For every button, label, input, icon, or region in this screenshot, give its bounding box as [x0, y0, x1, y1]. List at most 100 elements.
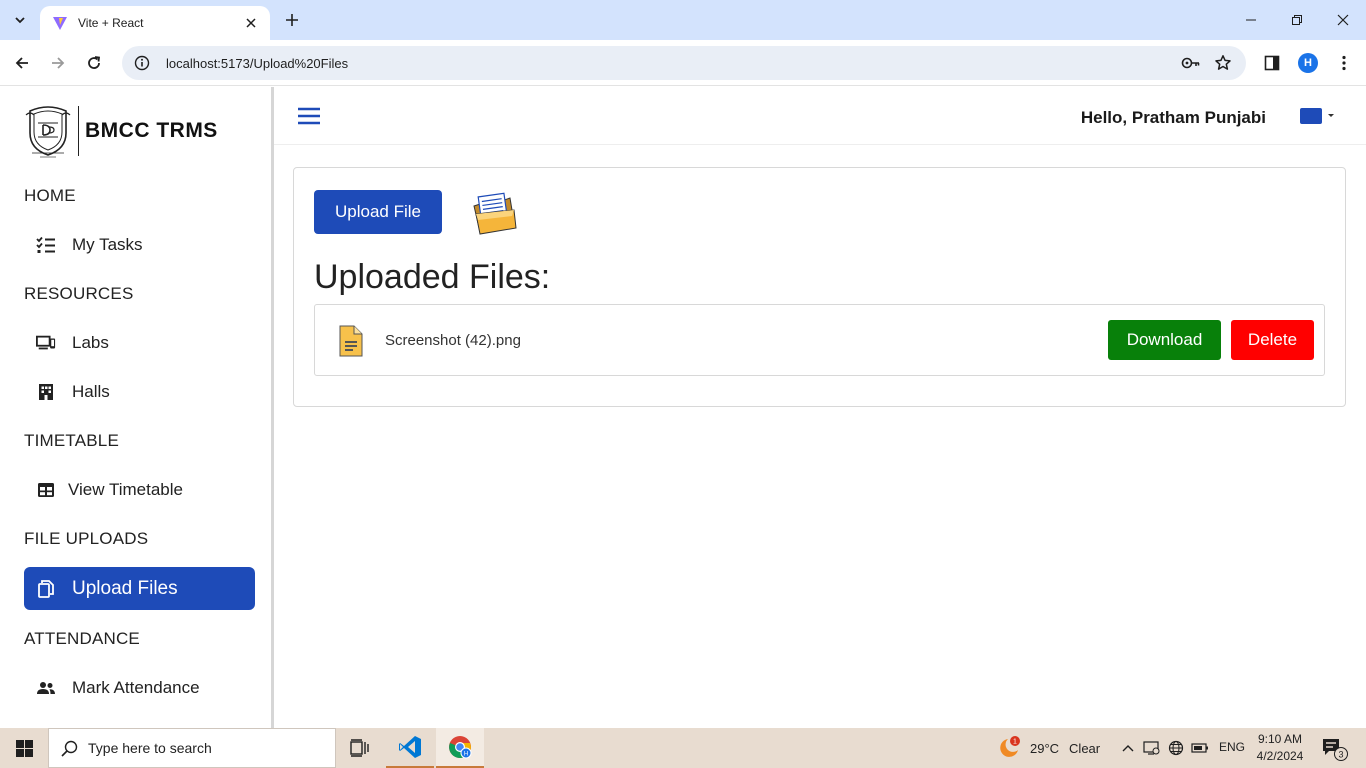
chrome-icon: H [449, 736, 472, 759]
task-view-button[interactable] [336, 728, 384, 768]
windows-logo-icon [15, 739, 33, 757]
task-list-icon [36, 235, 56, 255]
arrow-right-icon [52, 57, 65, 69]
image-file-icon [339, 325, 363, 357]
sidebar-item-halls[interactable]: Halls [24, 370, 255, 413]
site-info-icon[interactable] [134, 55, 150, 71]
reload-button[interactable] [82, 51, 106, 75]
college-crest-logo [25, 106, 71, 158]
show-hidden-icons-button[interactable] [1118, 738, 1138, 758]
sidebar-item-labs[interactable]: Labs [24, 321, 255, 364]
tab-title: Vite + React [78, 16, 144, 30]
globe-icon [1168, 740, 1184, 756]
window-controls [1228, 0, 1366, 40]
key-icon [1181, 57, 1200, 69]
section-heading-file-uploads: FILE UPLOADS [24, 529, 149, 548]
user-avatar [1300, 108, 1322, 124]
svg-text:3: 3 [1338, 750, 1343, 760]
tab-close-button[interactable] [242, 14, 260, 32]
svg-text:H: H [464, 752, 468, 758]
close-window-button[interactable] [1320, 0, 1366, 40]
side-panel-button[interactable] [1260, 51, 1284, 75]
sidebar-item-label: Halls [72, 381, 110, 401]
svg-text:1: 1 [1013, 739, 1017, 746]
section-heading-timetable: TIMETABLE [24, 431, 120, 450]
tray-device-button[interactable] [1142, 738, 1162, 758]
taskbar-search-placeholder: Type here to search [88, 740, 212, 756]
sidebar-item-mark-attendance[interactable]: Mark Attendance [24, 666, 255, 709]
weather-desc: Clear [1069, 740, 1101, 756]
section-heading-resources: RESOURCES [24, 284, 134, 303]
browser-menu-button[interactable] [1332, 51, 1356, 75]
browser-toolbar: localhost:5173/Upload%20Files H [0, 40, 1366, 86]
browser-tab-active[interactable]: Vite + React [40, 6, 270, 40]
taskbar-app-chrome[interactable]: H [436, 728, 484, 768]
hamburger-menu-icon[interactable] [298, 107, 320, 125]
taskbar-clock[interactable]: 9:10 AM 4/2/2024 [1252, 731, 1308, 765]
taskbar-search[interactable]: Type here to search [48, 728, 336, 768]
sidebar-item-upload-files[interactable]: Upload Files [24, 567, 255, 610]
close-icon [1337, 14, 1349, 26]
upload-file-button[interactable]: Upload File [314, 190, 442, 234]
forward-button[interactable] [46, 51, 70, 75]
address-text: localhost:5173/Upload%20Files [166, 55, 349, 71]
sidebar-item-my-tasks[interactable]: My Tasks [24, 223, 255, 266]
search-icon [61, 740, 78, 757]
sidebar: BMCC TRMS HOME My Tasks RESOURCES Labs H… [0, 87, 274, 728]
sidebar-item-label: Labs [72, 332, 109, 352]
reload-icon [88, 56, 101, 69]
brand[interactable]: BMCC TRMS [24, 101, 218, 161]
table-icon [36, 480, 56, 500]
address-bar[interactable]: localhost:5173/Upload%20Files [122, 46, 1246, 80]
open-folder-icon [473, 192, 517, 235]
restore-button[interactable] [1274, 0, 1320, 40]
section-heading-attendance: ATTENDANCE [24, 629, 140, 648]
close-icon [246, 18, 256, 28]
section-heading-home: HOME [24, 186, 76, 205]
browser-tabstrip: Vite + React [0, 0, 1366, 40]
windows-taskbar: Type here to search H 1 29°C Clear ENG 9… [0, 728, 1366, 768]
device-manager-icon [1143, 741, 1160, 755]
new-tab-button[interactable] [282, 10, 302, 30]
chevron-up-icon [1122, 745, 1134, 752]
sidebar-item-label: My Tasks [72, 234, 143, 254]
bookmark-button[interactable] [1212, 52, 1234, 74]
language-indicator[interactable]: ENG [1219, 740, 1245, 754]
side-panel-icon [1264, 55, 1280, 71]
download-button[interactable]: Download [1108, 320, 1221, 360]
sidebar-item-label: View Timetable [68, 479, 183, 499]
network-button[interactable] [1166, 738, 1186, 758]
taskbar-app-vscode[interactable] [386, 728, 434, 768]
back-button[interactable] [10, 51, 34, 75]
minimize-button[interactable] [1228, 0, 1274, 40]
delete-button[interactable]: Delete [1231, 320, 1314, 360]
clock-date: 4/2/2024 [1256, 749, 1304, 763]
more-vert-icon [1342, 55, 1346, 71]
copy-file-icon [36, 579, 56, 599]
battery-icon [1191, 743, 1208, 753]
profile-button[interactable]: H [1296, 51, 1320, 75]
brand-divider [78, 106, 79, 156]
building-icon [36, 382, 56, 402]
vscode-icon [399, 736, 421, 758]
notification-center-icon[interactable]: 3 [1320, 736, 1350, 762]
user-menu-dropdown[interactable] [1300, 108, 1336, 124]
clock-time: 9:10 AM [1257, 732, 1303, 746]
profile-avatar: H [1298, 53, 1318, 73]
restore-icon [1292, 15, 1302, 25]
plus-icon [286, 14, 298, 26]
start-button[interactable] [0, 728, 48, 768]
battery-button[interactable] [1190, 738, 1210, 758]
file-row: Screenshot (42).png Download Delete [314, 304, 1325, 376]
user-greeting: Hello, Pratham Punjabi [1080, 108, 1266, 127]
password-key-button[interactable] [1180, 52, 1202, 74]
weather-widget[interactable]: 1 29°C Clear [996, 728, 1100, 768]
main-content: Hello, Pratham Punjabi Upload File Uploa… [274, 87, 1366, 728]
sidebar-item-view-timetable[interactable]: View Timetable [24, 468, 255, 511]
task-view-icon [350, 739, 369, 757]
brand-name: BMCC TRMS [85, 119, 218, 142]
app-header: Hello, Pratham Punjabi [274, 87, 1366, 145]
tab-search-button[interactable] [8, 8, 32, 32]
sidebar-item-label: Upload Files [72, 577, 178, 599]
people-icon [36, 678, 56, 698]
